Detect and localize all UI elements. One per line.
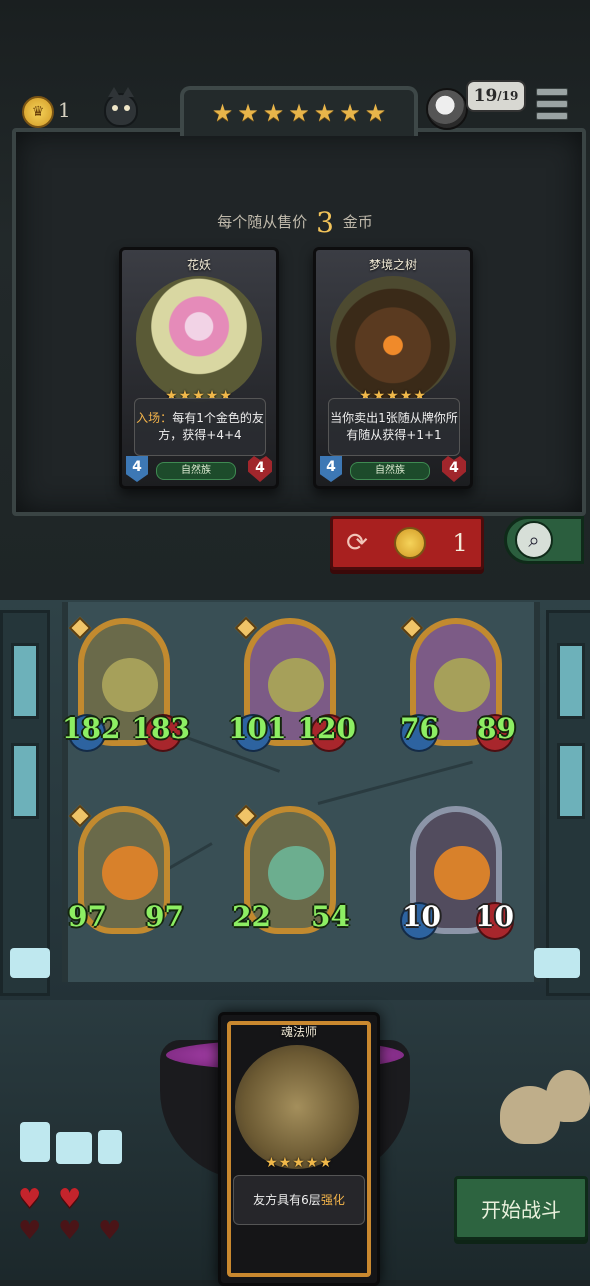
candle-icon	[534, 948, 580, 978]
health-max: /19	[497, 89, 519, 103]
minion-health: 89	[477, 712, 516, 745]
desc-keyword: 强化	[320, 1192, 345, 1207]
elf-face	[268, 846, 324, 900]
minion-health: 54	[311, 900, 350, 933]
candle-icon	[56, 1132, 92, 1164]
card-description: 当你卖出1张随从牌你所有随从获得+1+1	[328, 398, 460, 456]
search-icon: ⌕	[515, 521, 553, 559]
witch-face	[102, 658, 158, 712]
desc-text: 当你卖出1张随从牌你所有随从获得+1+1	[330, 411, 458, 442]
dream-tree-art	[330, 276, 456, 402]
board-minion[interactable]: 10 10	[400, 806, 514, 946]
gold-coin-icon: ♛	[22, 96, 54, 128]
hand-card-soul-mage[interactable]: 魂法师 ★★★★★ 友方具有6层强化	[218, 1012, 380, 1286]
refresh-icon: ⟳	[346, 528, 368, 558]
attack-badge: 4	[126, 456, 148, 482]
board-minion[interactable]: 76 89	[400, 616, 516, 758]
player-avatar[interactable]	[426, 88, 468, 130]
menu-button[interactable]	[536, 88, 568, 120]
left-pillar	[0, 610, 50, 996]
minion-health: 97	[145, 900, 184, 933]
shop-card-flower-fairy[interactable]: 花妖 ★★★★★ 入场：每有1个金色的友方，获得+4+4 4 自然族 4	[119, 247, 279, 489]
sell-price: 3	[316, 206, 334, 239]
heart-full-icon: ♥	[58, 1184, 82, 1214]
tribe-label: 自然族	[350, 462, 430, 480]
eye-icon	[112, 105, 118, 111]
desc-keyword: 入场：	[136, 411, 173, 425]
star-icon: ★	[262, 99, 285, 127]
candle-icon	[10, 948, 50, 978]
card-name: 梦境之树	[368, 258, 417, 272]
menu-bar	[536, 88, 568, 96]
heart-empty-icon: ♥	[98, 1216, 122, 1246]
card-stars: ★★★★★	[265, 1155, 333, 1171]
soul-mage-art	[235, 1045, 359, 1169]
minion-attack: 97	[68, 900, 107, 933]
minion-attack: 101	[228, 712, 287, 745]
board-minion[interactable]: 101 120	[228, 616, 356, 758]
candle-icon	[20, 1122, 50, 1162]
health-value: 19	[473, 86, 498, 106]
menu-bar	[536, 100, 568, 108]
sell-prefix: 每个随从售价	[217, 213, 308, 231]
gold-coin-icon	[394, 527, 427, 559]
refresh-shop-button[interactable]: ⟳ 1	[330, 516, 484, 570]
health-badge: 4	[442, 456, 466, 482]
right-pillar	[546, 610, 590, 996]
sell-suffix: 金币	[342, 213, 373, 231]
desc-text: 每有1个金色的友方，获得+4+4	[158, 411, 264, 442]
desc-text: 友方具有6层	[253, 1192, 321, 1207]
start-battle-button[interactable]: 开始战斗	[454, 1176, 588, 1240]
pumpkin-face	[102, 846, 158, 900]
skull-icon	[546, 1070, 590, 1122]
star-icon: ★	[237, 99, 259, 127]
board-minion[interactable]: 22 54	[232, 804, 350, 946]
card-description: 入场：每有1个金色的友方，获得+4+4	[134, 398, 266, 456]
search-button[interactable]: ⌕	[504, 516, 584, 564]
board-minion[interactable]: 97 97	[68, 804, 184, 946]
minion-attack: 22	[232, 900, 271, 933]
lives-hearts: ♥ ♥ ♥ ♥ ♥	[16, 1184, 136, 1264]
health-badge: 4	[248, 456, 272, 482]
eye-icon	[124, 105, 130, 111]
pumpkin-face	[434, 846, 490, 900]
heart-full-icon: ♥	[18, 1184, 42, 1214]
tavern-tier-stars: ★ ★ ★ ★ ★ ★ ★	[180, 86, 418, 136]
refresh-cost: 1	[452, 529, 468, 557]
sell-price-info: 每个随从售价 3 金币	[0, 206, 590, 239]
card-description: 友方具有6层强化	[233, 1175, 365, 1225]
card-name: 花妖	[186, 258, 211, 272]
attack-badge: 4	[320, 456, 342, 482]
minion-attack: 182	[62, 712, 121, 745]
star-icon: ★	[288, 99, 310, 127]
star-icon: ★	[313, 99, 336, 127]
witch-face	[434, 658, 490, 712]
witch-face	[268, 658, 324, 712]
minion-health: 183	[131, 712, 190, 745]
star-icon: ★	[339, 99, 361, 127]
health-bubble: 19/19	[466, 80, 526, 112]
board-minion[interactable]: 182 183	[62, 616, 190, 758]
star-icon: ★	[211, 99, 234, 127]
heart-empty-icon: ♥	[18, 1216, 42, 1246]
card-name: 魂法师	[280, 1025, 317, 1039]
shop-panel	[12, 128, 586, 516]
heart-empty-icon: ♥	[58, 1216, 82, 1246]
star-icon: ★	[364, 99, 387, 127]
menu-bar	[536, 112, 568, 120]
hero-power-cat-icon[interactable]	[104, 87, 138, 127]
minion-health: 120	[297, 712, 356, 745]
flower-fairy-art	[136, 276, 262, 402]
gold-count: 1	[58, 98, 71, 122]
minion-health: 10	[475, 900, 514, 933]
minion-attack: 76	[400, 712, 439, 745]
shop-card-dream-tree[interactable]: 梦境之树 ★★★★★ 当你卖出1张随从牌你所有随从获得+1+1 4 自然族 4	[313, 247, 473, 489]
candle-icon	[98, 1130, 122, 1164]
minion-attack: 10	[402, 900, 441, 933]
tribe-label: 自然族	[156, 462, 236, 480]
